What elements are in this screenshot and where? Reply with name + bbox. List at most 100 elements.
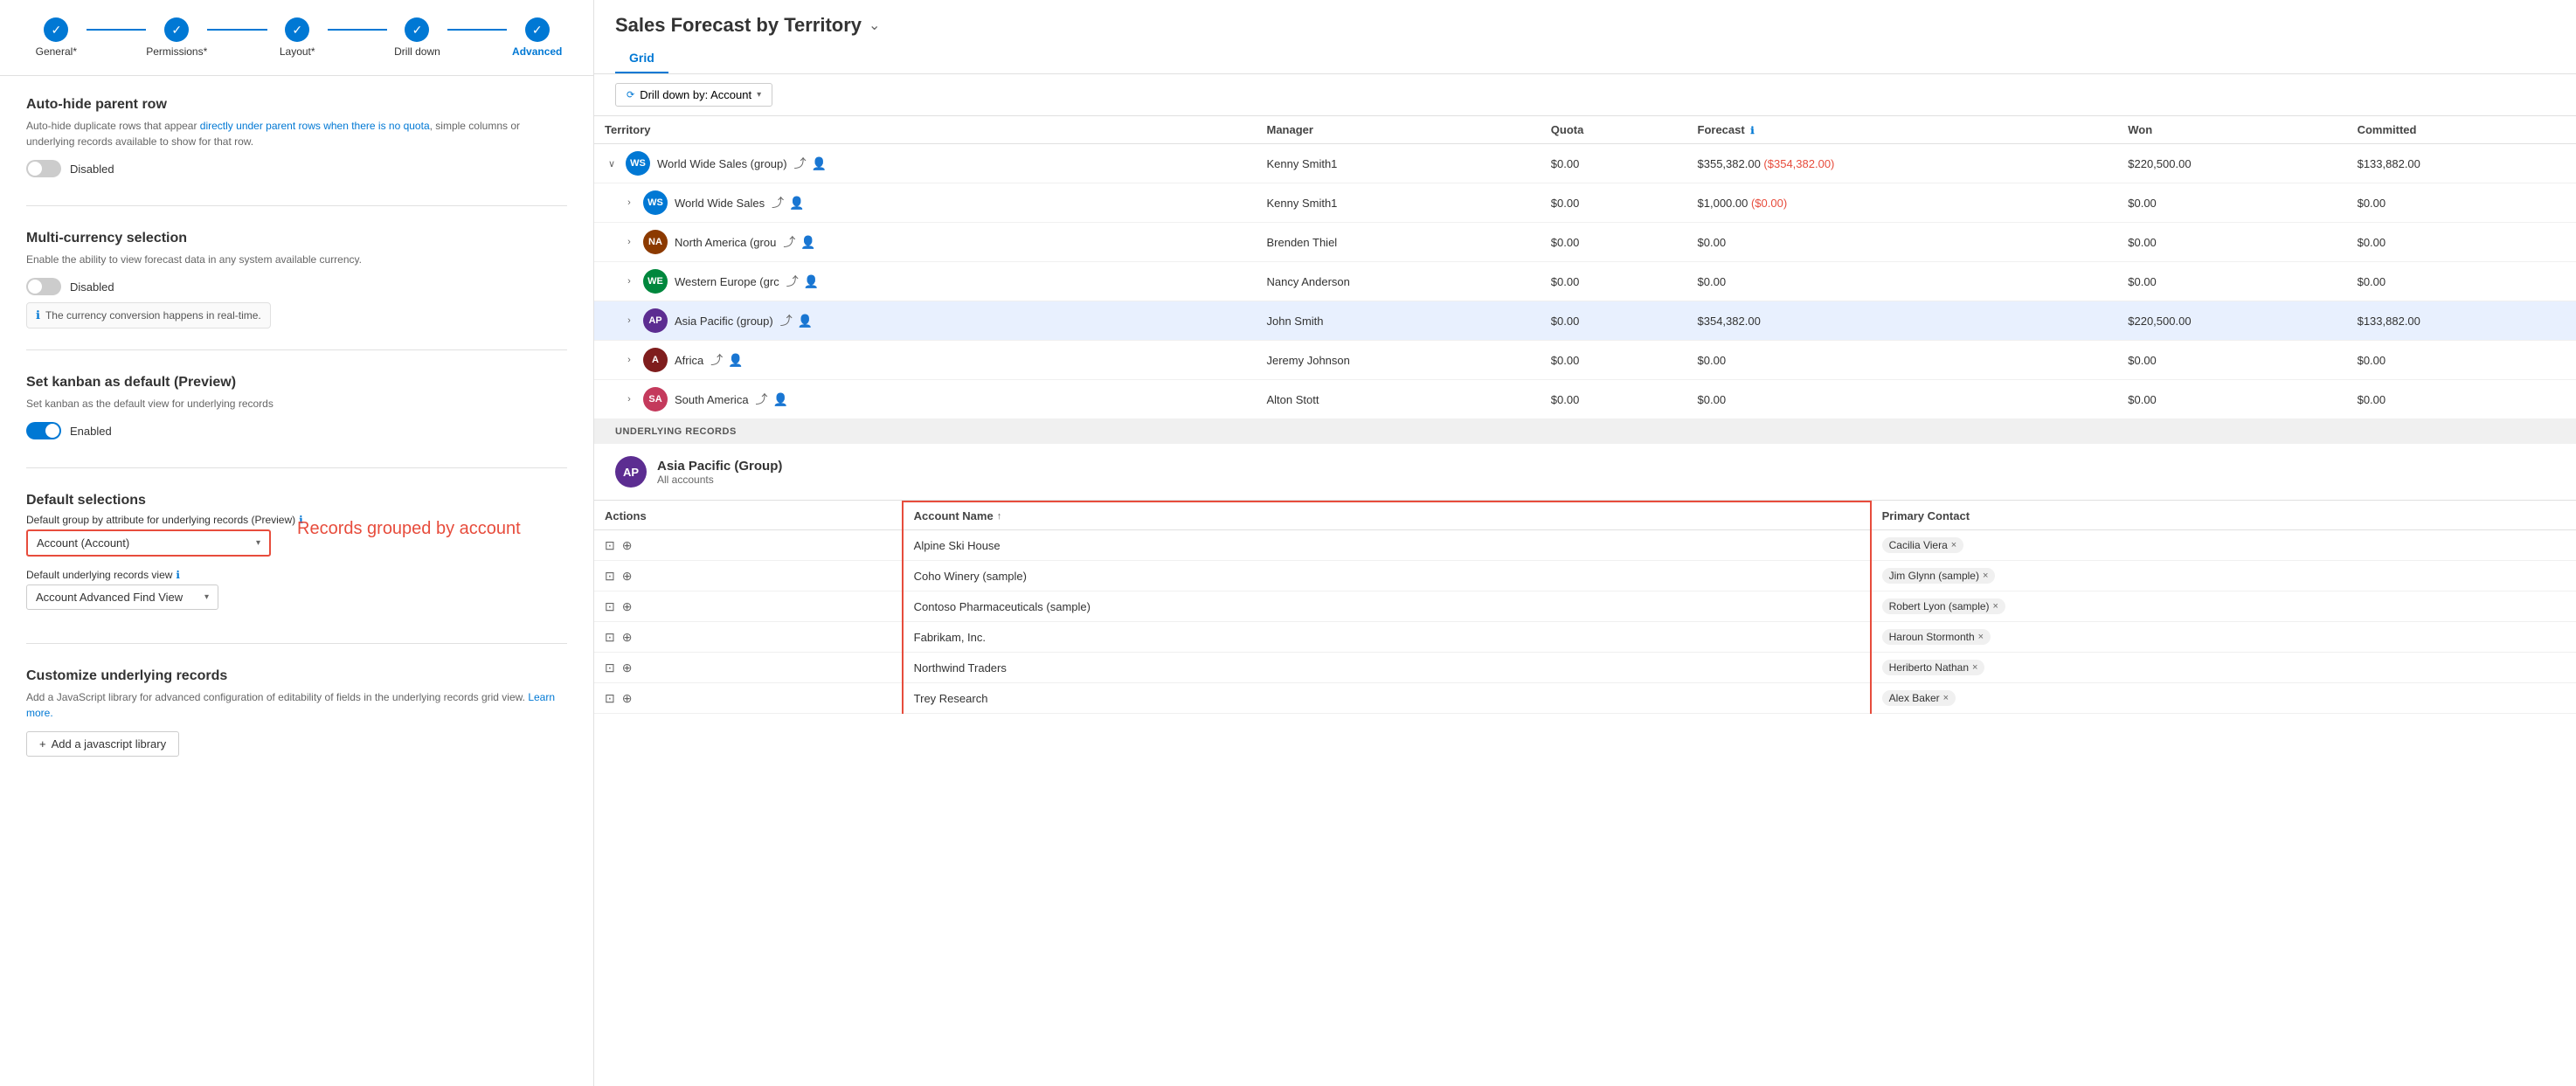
td-won: $0.00 [2117, 341, 2346, 380]
td-committed: $0.00 [2347, 262, 2576, 301]
underlying-group-name: Asia Pacific (Group) [657, 459, 782, 474]
td-row-actions: ⊡ ⊕ [594, 622, 903, 653]
field-underlying-view-select[interactable]: Account Advanced Find View ▾ [26, 585, 218, 610]
underlying-table-row: ⊡ ⊕ Trey Research Alex Baker × [594, 683, 2576, 714]
step-line-4 [447, 29, 508, 31]
td-account-name: Alpine Ski House [903, 530, 1871, 561]
expand-icon[interactable]: › [622, 355, 636, 365]
more-icon[interactable]: ⊕ [622, 569, 633, 584]
contact-name: Jim Glynn (sample) [1889, 570, 1979, 582]
td-won: $0.00 [2117, 262, 2346, 301]
multi-currency-title: Multi-currency selection [26, 231, 567, 246]
section-kanban: Set kanban as default (Preview) Set kanb… [26, 375, 567, 468]
tag-close-icon[interactable]: × [1972, 662, 1977, 673]
step-permissions[interactable]: ✓ Permissions* [146, 17, 207, 58]
user-icon[interactable]: 👤 [800, 235, 815, 250]
kanban-toggle[interactable] [26, 422, 61, 439]
share-icon[interactable]: ⤴ [786, 273, 799, 290]
tag-close-icon[interactable]: × [1993, 601, 1998, 612]
share-icon[interactable]: ⤴ [783, 233, 795, 251]
expand-icon[interactable]: › [622, 394, 636, 405]
learn-more-link[interactable]: Learn more. [26, 691, 555, 719]
td-primary-contact: Alex Baker × [1871, 683, 2576, 714]
account-name-value: Contoso Pharmaceuticals (sample) [914, 600, 1091, 613]
share-icon[interactable]: ⤴ [710, 351, 723, 369]
currency-info-box: ℹ The currency conversion happens in rea… [26, 302, 271, 329]
field-group-by-select[interactable]: Account (Account) ▾ [26, 529, 271, 557]
territory-name: North America (grou [675, 236, 776, 249]
info-circle-icon: ℹ [36, 308, 40, 322]
chevron-down-icon: ▾ [256, 538, 260, 548]
collapse-icon[interactable]: ∨ [605, 158, 619, 169]
step-drilldown[interactable]: ✓ Drill down [387, 17, 447, 58]
tag-close-icon[interactable]: × [1951, 540, 1956, 550]
tag-close-icon[interactable]: × [1978, 632, 1984, 642]
contact-tag: Heriberto Nathan × [1882, 660, 1985, 675]
contact-tag: Cacilia Viera × [1882, 537, 1964, 553]
contact-name: Robert Lyon (sample) [1889, 600, 1990, 612]
account-name-col-header: Account Name ↑ [914, 509, 1859, 522]
contact-tag: Alex Baker × [1882, 690, 1956, 706]
edit-icon[interactable]: ⊡ [605, 661, 615, 675]
td-territory: › SA South America ⤴ 👤 [594, 380, 1256, 419]
tag-close-icon[interactable]: × [1943, 693, 1949, 703]
add-javascript-button[interactable]: + Add a javascript library [26, 731, 179, 757]
auto-hide-toggle[interactable] [26, 160, 61, 177]
table-row: › WE Western Europe (grc ⤴ 👤 Nancy Ander… [594, 262, 2576, 301]
user-icon[interactable]: 👤 [804, 274, 819, 289]
multi-currency-toggle[interactable] [26, 278, 61, 295]
auto-hide-title: Auto-hide parent row [26, 97, 567, 113]
more-icon[interactable]: ⊕ [622, 599, 633, 614]
user-icon[interactable]: 👤 [798, 314, 813, 329]
user-icon[interactable]: 👤 [773, 392, 788, 407]
expand-icon[interactable]: › [622, 315, 636, 326]
edit-icon[interactable]: ⊡ [605, 569, 615, 584]
tab-grid[interactable]: Grid [615, 44, 668, 73]
td-row-actions: ⊡ ⊕ [594, 683, 903, 714]
td-quota: $0.00 [1541, 223, 1687, 262]
td-primary-contact: Robert Lyon (sample) × [1871, 591, 2576, 622]
contact-name: Heriberto Nathan [1889, 661, 1969, 674]
field-underlying-view: Default underlying records view ℹ Accoun… [26, 569, 567, 610]
td-committed: $133,882.00 [2347, 144, 2576, 183]
account-name-value: Coho Winery (sample) [914, 570, 1027, 583]
more-icon[interactable]: ⊕ [622, 538, 633, 553]
step-advanced[interactable]: ✓ Advanced [507, 17, 567, 58]
share-icon[interactable]: ⤴ [780, 312, 793, 329]
user-icon[interactable]: 👤 [728, 353, 743, 368]
forecast-tbody: ∨ WS World Wide Sales (group) ⤴ 👤 Kenny … [594, 144, 2576, 419]
share-icon[interactable]: ⤴ [756, 391, 768, 408]
step-general[interactable]: ✓ General* [26, 17, 87, 58]
sort-asc-icon[interactable]: ↑ [997, 511, 1002, 522]
edit-icon[interactable]: ⊡ [605, 599, 615, 614]
tag-close-icon[interactable]: × [1983, 571, 1988, 581]
edit-icon[interactable]: ⊡ [605, 691, 615, 706]
more-icon[interactable]: ⊕ [622, 630, 633, 645]
td-manager: John Smith [1256, 301, 1540, 341]
td-territory: › WE Western Europe (grc ⤴ 👤 [594, 262, 1256, 301]
user-icon[interactable]: 👤 [812, 156, 827, 171]
step-layout[interactable]: ✓ Layout* [267, 17, 328, 58]
table-row: › A Africa ⤴ 👤 Jeremy Johnson $0.00 $0.0… [594, 341, 2576, 380]
more-icon[interactable]: ⊕ [622, 691, 633, 706]
section-multi-currency: Multi-currency selection Enable the abil… [26, 231, 567, 350]
contact-tag: Robert Lyon (sample) × [1882, 598, 2005, 614]
share-icon[interactable]: ⤴ [794, 155, 807, 172]
td-forecast: $355,382.00 ($354,382.00) [1687, 144, 2118, 183]
account-name-value: Fabrikam, Inc. [914, 631, 986, 644]
underlying-avatar: AP [615, 456, 647, 488]
expand-icon[interactable]: › [622, 276, 636, 287]
edit-icon[interactable]: ⊡ [605, 538, 615, 553]
expand-icon[interactable]: › [622, 237, 636, 247]
expand-icon[interactable]: › [622, 197, 636, 208]
customize-title: Customize underlying records [26, 668, 567, 684]
more-icon[interactable]: ⊕ [622, 661, 633, 675]
step-general-label: General* [36, 45, 77, 58]
drill-down-button[interactable]: ⟳ Drill down by: Account ▾ [615, 83, 772, 107]
page-title-row: Sales Forecast by Territory ⌄ [615, 14, 2555, 37]
title-dropdown-icon[interactable]: ⌄ [869, 17, 880, 34]
share-icon[interactable]: ⤴ [772, 194, 784, 211]
edit-icon[interactable]: ⊡ [605, 630, 615, 645]
user-icon[interactable]: 👤 [789, 196, 804, 211]
td-manager: Jeremy Johnson [1256, 341, 1540, 380]
